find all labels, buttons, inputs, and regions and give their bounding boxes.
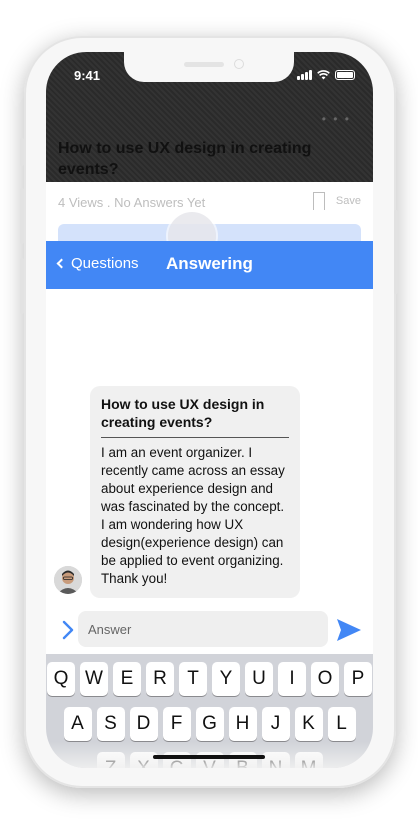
key-s[interactable]: S — [96, 707, 125, 741]
question-title: How to use UX design in creating events? — [58, 140, 312, 178]
back-button[interactable]: Questions — [56, 255, 139, 272]
views-count: 4 Views — [58, 195, 104, 210]
question-stats: 4 Views . No Answers Yet — [58, 195, 205, 210]
navigation-bar: Questions Answering — [46, 241, 373, 289]
bookmark-icon — [313, 192, 325, 210]
send-icon[interactable] — [336, 618, 362, 642]
status-icons — [297, 70, 355, 80]
volume-down-button — [20, 258, 24, 314]
key-h[interactable]: H — [228, 707, 257, 741]
key-d[interactable]: D — [129, 707, 158, 741]
key-g[interactable]: G — [195, 707, 224, 741]
message-body: I am an event organizer. I recently came… — [101, 445, 285, 586]
key-y[interactable]: Y — [212, 662, 240, 696]
keyboard-row-1: QWERTYUIOP — [46, 662, 373, 696]
keyboard-row-2: ASDFGHJKL — [46, 707, 373, 741]
save-label: Save — [335, 195, 361, 207]
chevron-right-icon[interactable] — [58, 620, 78, 640]
key-e[interactable]: E — [113, 662, 141, 696]
key-t[interactable]: T — [179, 662, 207, 696]
key-k[interactable]: K — [294, 707, 323, 741]
home-indicator — [153, 755, 265, 759]
volume-up-button — [20, 188, 24, 244]
front-camera — [234, 59, 244, 69]
key-o[interactable]: O — [311, 662, 339, 696]
speaker-grille — [184, 62, 224, 67]
key-a[interactable]: A — [63, 707, 92, 741]
answer-input[interactable] — [78, 611, 328, 647]
key-p[interactable]: P — [344, 662, 372, 696]
key-q[interactable]: Q — [47, 662, 75, 696]
mute-switch — [20, 138, 24, 166]
key-w[interactable]: W — [80, 662, 108, 696]
key-u[interactable]: U — [245, 662, 273, 696]
answer-composer — [46, 610, 373, 650]
screen: 9:41 • • • How to use UX design in creat… — [46, 52, 373, 768]
question-meta: 4 Views . No Answers Yet Save — [58, 192, 361, 214]
back-label: Questions — [71, 255, 139, 272]
answers-count: No Answers Yet — [114, 195, 206, 210]
battery-icon — [335, 70, 355, 80]
avatar — [54, 566, 82, 594]
notch — [124, 52, 294, 82]
key-j[interactable]: J — [261, 707, 290, 741]
question-message-bubble: How to use UX design in creating events?… — [90, 386, 300, 598]
key-r[interactable]: R — [146, 662, 174, 696]
message-title: How to use UX design in creating events? — [101, 395, 289, 438]
more-options-icon: • • • — [321, 112, 351, 126]
nav-title: Answering — [166, 254, 253, 273]
key-l[interactable]: L — [327, 707, 356, 741]
user-avatar-icon — [54, 566, 82, 594]
status-time: 9:41 — [74, 68, 101, 83]
wifi-icon — [317, 70, 330, 80]
chevron-left-icon — [56, 258, 67, 269]
power-button — [394, 210, 398, 294]
cellular-signal-icon — [297, 70, 312, 80]
key-i[interactable]: I — [278, 662, 306, 696]
key-f[interactable]: F — [162, 707, 191, 741]
